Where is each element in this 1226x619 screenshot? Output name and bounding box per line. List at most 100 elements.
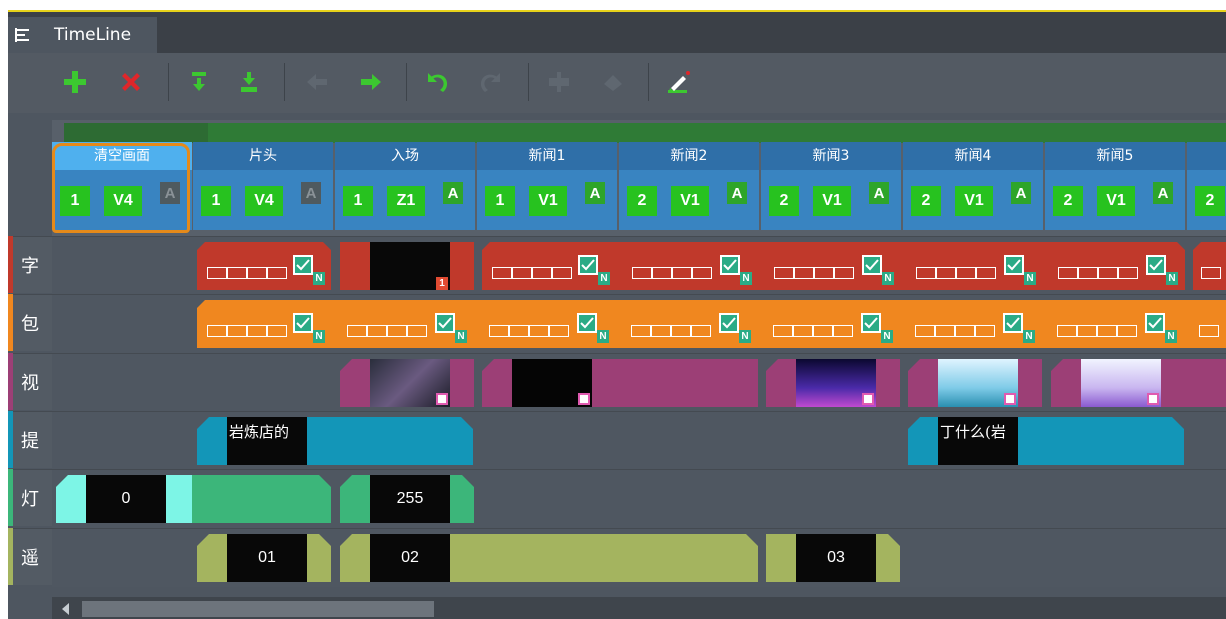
move-left-button[interactable] [300,65,334,99]
package-bricks [207,325,287,338]
subtitle-clip[interactable] [1193,242,1226,290]
check-icon [1004,255,1024,275]
light-clip[interactable]: 0 [56,475,331,523]
scroll-left-icon[interactable] [62,603,70,615]
group-body: 1 V4 A [193,170,333,230]
light-clip[interactable]: 255 [340,475,474,523]
timeline-window: TimeLine 清空画面 1 V4 A 片头 1 V4 A 入场 1 Z1 A… [8,10,1226,619]
tab-timeline[interactable]: TimeLine [8,17,157,53]
track-label[interactable]: 遥 [8,528,52,585]
tab-title: TimeLine [54,25,132,45]
group-auto[interactable]: A [443,182,463,204]
n-mark: N [881,330,893,343]
group-body: 1 V4 A [52,170,192,230]
group-name: 新闻1 [477,142,617,170]
check-icon [577,313,597,333]
check-icon [719,313,739,333]
edit-icon [668,71,690,93]
split-button[interactable] [542,65,576,99]
group-3[interactable]: 新闻1 1 V1 A [477,142,617,232]
group-layer: V1 [529,186,567,216]
remote-clip[interactable]: 02 [340,534,758,582]
group-layer: V1 [955,186,993,216]
package-bricks [631,325,711,338]
video-clip[interactable] [482,359,758,407]
group-auto[interactable]: A [160,182,180,204]
delete-button[interactable] [114,65,148,99]
insert-above-button[interactable] [182,65,216,99]
group-auto[interactable]: A [1011,182,1031,204]
group-number: 2 [911,186,941,216]
video-marker [1147,393,1159,405]
group-auto[interactable]: A [869,182,889,204]
group-auto[interactable]: A [301,182,321,204]
check-icon [578,255,598,275]
group-7[interactable]: 新闻5 2 V1 A [1045,142,1185,232]
track-label[interactable]: 字 [8,236,52,293]
track-label[interactable]: 灯 [8,469,52,526]
n-mark: N [1166,272,1178,285]
add-button[interactable] [58,65,92,99]
scrollbar-thumb[interactable] [82,601,434,617]
n-mark: N [739,330,751,343]
check-icon [293,255,313,275]
group-6[interactable]: 新闻4 2 V1 A [903,142,1043,232]
group-auto[interactable]: A [1153,182,1173,204]
n-mark: N [1165,330,1177,343]
subtitle-bricks [492,267,572,280]
redo-button[interactable] [474,65,508,99]
group-1[interactable]: 片头 1 V4 A [193,142,333,232]
list-icon [14,27,30,43]
group-name: 身 [1187,142,1226,170]
prompter-text: 岩炼店的 [227,417,307,465]
group-8[interactable]: 身2 [1187,142,1226,232]
group-5[interactable]: 新闻3 2 V1 A [761,142,901,232]
video-clip[interactable] [908,359,1042,407]
track-label[interactable]: 视 [8,353,52,410]
group-auto[interactable]: A [727,182,747,204]
horizontal-scrollbar[interactable] [52,597,1226,619]
group-0[interactable]: 清空画面 1 V4 A [52,142,192,232]
video-clip[interactable] [1051,359,1226,407]
group-body: 2 [1187,170,1226,230]
n-mark: N [598,272,610,285]
check-icon [720,255,740,275]
edit-button[interactable] [662,65,696,99]
remote-value: 01 [227,534,307,582]
subtitle-clip[interactable]: N [197,242,331,290]
package-clip[interactable]: N N N N N N N [197,300,1226,348]
video-marker [862,393,874,405]
group-body: 2 V1 A [761,170,901,230]
insert-below-button[interactable] [232,65,266,99]
group-number: 1 [60,186,90,216]
video-clip[interactable] [766,359,900,407]
subtitle-clip[interactable]: 1 [340,242,474,290]
move-right-button[interactable] [354,65,388,99]
track-label[interactable]: 提 [8,411,52,468]
track-color-strip [8,294,13,351]
n-mark: N [740,272,752,285]
group-auto[interactable]: A [585,182,605,204]
group-number: 1 [343,186,373,216]
undo-button[interactable] [420,65,454,99]
subtitle-clip-long[interactable]: N N N N N [482,242,1185,290]
remote-clip[interactable]: 03 [766,534,900,582]
prompter-clip[interactable]: 丁什么(岩 [908,417,1184,465]
group-2[interactable]: 入场 1 Z1 A [335,142,475,232]
n-mark: N [313,272,325,285]
track-label[interactable]: 包 [8,294,52,351]
remote-clip[interactable]: 01 [197,534,331,582]
group-body: 1 V1 A [477,170,617,230]
video-clip[interactable] [340,359,474,407]
move-right-icon [361,74,381,90]
package-bricks [1057,325,1137,338]
n-mark: N [1024,272,1036,285]
erase-icon [604,75,622,91]
subtitle-bricks [1201,267,1221,280]
group-body: 2 V1 A [1045,170,1185,230]
group-layer: V1 [671,186,709,216]
erase-button[interactable] [596,65,630,99]
video-marker [436,393,448,405]
prompter-clip[interactable]: 岩炼店的 [197,417,473,465]
group-4[interactable]: 新闻2 2 V1 A [619,142,759,232]
